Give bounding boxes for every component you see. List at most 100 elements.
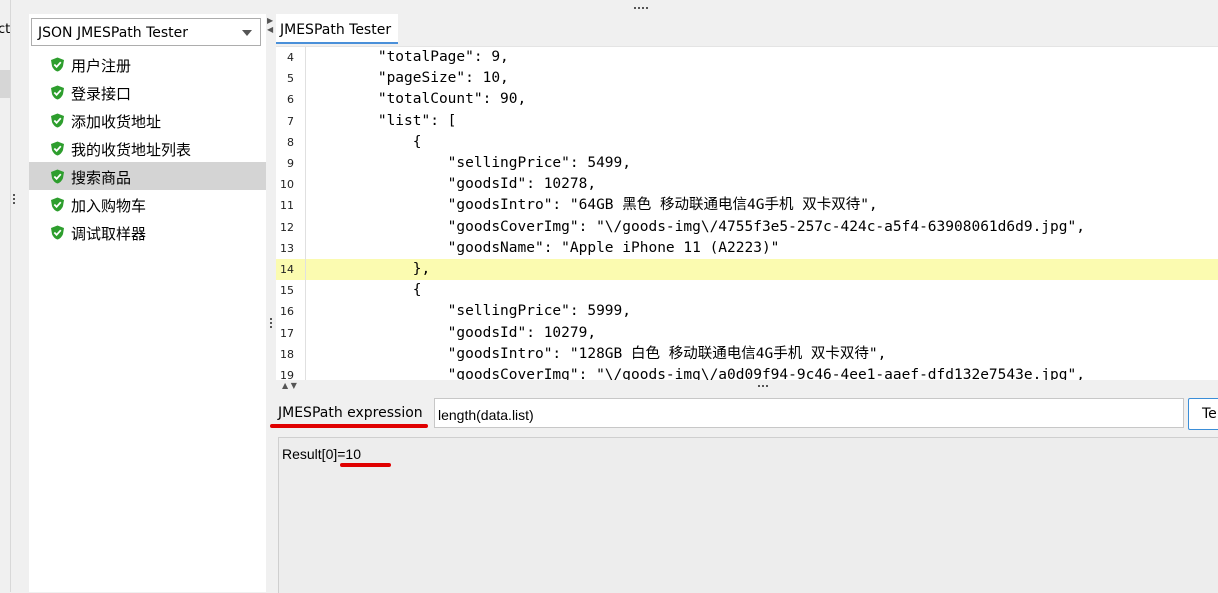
- line-number: 7: [287, 114, 294, 128]
- gutter-divider: [305, 216, 306, 239]
- code-text: "goodsName": "Apple iPhone 11 (A2223)": [308, 239, 780, 256]
- code-text: "goodsIntro": "64GB 黑色 移动联通电信4G手机 双卡双待",: [308, 197, 878, 214]
- shield-check-icon: [50, 85, 65, 100]
- code-line: 18 "goodsIntro": "128GB 白色 移动联通电信4G手机 双卡…: [276, 343, 1218, 366]
- code-text: "totalCount": 90,: [308, 91, 527, 108]
- shield-check-icon: [50, 141, 65, 156]
- code-text: "pageSize": 10,: [308, 70, 509, 87]
- line-number: 15: [280, 284, 294, 298]
- gutter-divider: [305, 68, 306, 91]
- tree-item-label: 我的收货地址列表: [71, 141, 192, 159]
- tab-label: JMESPath Tester: [280, 22, 392, 38]
- response-code-view[interactable]: 4 "totalPage": 9, 5 "pageSize": 10, 6 "tot…: [276, 46, 1218, 381]
- line-number: 17: [280, 326, 294, 340]
- tree-item[interactable]: 我的收货地址列表: [29, 134, 266, 162]
- line-number: 10: [280, 178, 294, 192]
- code-text: "goodsIntro": "128GB 白色 移动联通电信4G手机 双卡双待"…: [308, 345, 887, 362]
- code-line: 6 "totalCount": 90,: [276, 89, 1218, 112]
- gutter-divider: [305, 280, 306, 303]
- tree-item-label: 登录接口: [71, 85, 132, 103]
- code-line: 5 "pageSize": 10,: [276, 68, 1218, 91]
- expression-label: JMESPath expression: [278, 405, 423, 421]
- line-number: 4: [287, 51, 294, 64]
- gutter-divider: [305, 259, 306, 281]
- line-number: 19: [280, 369, 294, 381]
- code-line: 15 {: [276, 280, 1218, 303]
- shield-check-icon: [50, 113, 65, 128]
- tree-item-label: 搜索商品: [71, 169, 132, 187]
- gutter-divider: [305, 47, 306, 69]
- left-collapsed-panel: ct: [0, 0, 15, 592]
- gutter-divider: [305, 322, 306, 345]
- gutter-divider: [305, 131, 306, 154]
- expression-input[interactable]: length(data.list): [434, 398, 1184, 428]
- code-line: 14 },: [276, 259, 1218, 281]
- gutter-divider: [305, 89, 306, 112]
- tree-item[interactable]: 调试取样器: [29, 218, 266, 246]
- gutter-divider: [305, 301, 306, 324]
- gutter-divider: [305, 174, 306, 197]
- shield-check-icon: [50, 57, 65, 72]
- code-line: 7 "list": [: [276, 110, 1218, 133]
- splitter-arrows-icon[interactable]: ▲ ▼: [282, 381, 297, 391]
- tab-jmespath-tester[interactable]: JMESPath Tester: [276, 14, 398, 44]
- code-line: 12 "goodsCoverImg": "\/goods-img\/4755f3…: [276, 216, 1218, 239]
- test-button-label: Te: [1202, 406, 1217, 422]
- code-text: {: [308, 282, 422, 299]
- code-text: "sellingPrice": 5999,: [308, 303, 632, 320]
- tree-item-label: 加入购物车: [71, 197, 147, 215]
- code-line: 9 "sellingPrice": 5499,: [276, 153, 1218, 175]
- left-resize-grip[interactable]: [12, 194, 16, 204]
- top-toolbar-strip: [10, 0, 1218, 14]
- line-number: 16: [280, 305, 294, 319]
- test-plan-tree: JSON JMESPath Tester 用户注册登录接口添加收货地址 我的收货…: [29, 14, 267, 592]
- left-panel-selection: [0, 70, 10, 98]
- sampler-type-select[interactable]: JSON JMESPath Tester: [31, 18, 261, 46]
- top-resize-grip[interactable]: [634, 6, 648, 10]
- line-number: 14: [280, 263, 294, 276]
- line-number: 12: [280, 220, 294, 234]
- code-text: "goodsCoverImg": "\/goods-img\/4755f3e5-…: [308, 218, 1085, 235]
- code-text: "totalPage": 9,: [308, 49, 509, 65]
- line-number: 18: [280, 347, 294, 361]
- code-line: 10 "goodsId": 10278,: [276, 174, 1218, 197]
- tree-item-label: 用户注册: [71, 57, 132, 75]
- tree-item[interactable]: 用户注册: [29, 50, 266, 78]
- code-text: "list": [: [308, 112, 457, 129]
- tree-item[interactable]: 登录接口: [29, 78, 266, 106]
- shield-check-icon: [50, 197, 65, 212]
- gutter-divider: [305, 110, 306, 133]
- line-number: 8: [287, 135, 294, 149]
- line-number: 6: [287, 93, 294, 107]
- chevron-down-icon[interactable]: [242, 30, 252, 36]
- test-button[interactable]: Te: [1188, 398, 1218, 430]
- shield-check-icon: [50, 225, 65, 240]
- shield-check-icon: [50, 169, 65, 184]
- code-line: 16 "sellingPrice": 5999,: [276, 301, 1218, 324]
- code-text: "goodsId": 10279,: [308, 324, 597, 341]
- collapse-arrow-icon[interactable]: ▶ ◀: [267, 16, 273, 34]
- tree-item[interactable]: 搜索商品: [29, 162, 266, 190]
- red-annotation-underline-result: [340, 463, 391, 467]
- code-line: 11 "goodsIntro": "64GB 黑色 移动联通电信4G手机 双卡双…: [276, 195, 1218, 218]
- code-splitter[interactable]: ▲ ▼: [276, 380, 1218, 392]
- gutter-divider: [305, 195, 306, 218]
- line-number: 13: [280, 241, 294, 255]
- tree-item-label: 添加收货地址: [71, 113, 162, 131]
- tree-item[interactable]: 添加收货地址: [29, 106, 266, 134]
- red-annotation-underline: [270, 424, 428, 428]
- result-pane: Result[0]=10: [278, 437, 1218, 593]
- pane-divider[interactable]: [266, 14, 276, 592]
- splitter-grip[interactable]: [758, 384, 768, 388]
- line-number: 5: [287, 72, 294, 86]
- code-line: 13 "goodsName": "Apple iPhone 11 (A2223)…: [276, 237, 1218, 260]
- code-text: {: [308, 133, 422, 150]
- code-text: "sellingPrice": 5499,: [308, 155, 632, 171]
- divider-grip[interactable]: [269, 318, 273, 328]
- left-panel-cut-text: ct: [0, 22, 11, 37]
- gutter-divider: [305, 237, 306, 260]
- code-line: 8 {: [276, 131, 1218, 154]
- gutter-divider: [305, 153, 306, 175]
- gutter-divider: [305, 365, 306, 381]
- tree-item[interactable]: 加入购物车: [29, 190, 266, 218]
